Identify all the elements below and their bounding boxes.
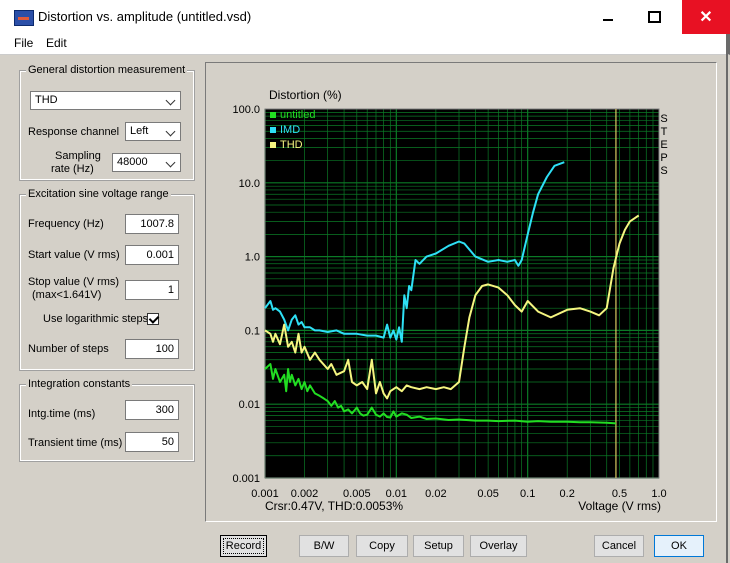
number-of-steps-input[interactable]: 100 [125,339,179,359]
stop-value-label: Stop value (V rms) [28,276,120,288]
frequency-label: Frequency (Hz) [28,218,104,230]
plot-panel: untitled IMD THD 0.001 0.002 0.005 0.01 0.02 0.0… [205,62,717,522]
response-channel-value: Left [130,125,149,137]
start-value-label: Start value (V rms) [28,249,120,261]
number-of-steps-label: Number of steps [28,343,109,355]
excitation-group-title: Excitation sine voltage range [26,188,171,200]
transient-time-input[interactable]: 50 [125,432,179,452]
sampling-rate-label: Sampling [55,150,101,162]
y-tick-label: 100.0 [232,104,260,116]
frequency-input[interactable]: 1007.8 [125,214,179,234]
x-tick-label: 0.1 [520,488,535,500]
steps-label-char: S [660,165,667,177]
chevron-down-icon [166,126,178,138]
transient-time-label: Transient time (ms) [28,437,123,449]
chevron-down-icon [166,95,178,107]
cursor-readout: Crsr:0.47V, THD:0.0053% [265,499,403,513]
log-steps-label: Use logarithmic steps [43,313,149,325]
legend-label-imd: IMD [280,124,300,136]
intg-time-input[interactable]: 300 [125,400,179,420]
legend-swatch-imd [270,127,276,133]
cancel-button[interactable]: Cancel [594,535,644,557]
legend-label-untitled: untitled [280,109,315,121]
legend-swatch-untitled [270,112,276,118]
y-tick-label: 0.001 [232,473,260,485]
title-bar: Distortion vs. amplitude (untitled.vsd) … [0,0,730,34]
y-tick-label: 0.1 [245,325,260,337]
intg-time-label: Intg.time (ms) [28,408,96,420]
legend-label-thd: THD [280,139,303,151]
bw-button[interactable]: B/W [299,535,349,557]
distortion-chart[interactable]: untitledIMDTHD0.001 0.002 0.005 0.01 0.02 0.0… [206,63,716,521]
log-steps-checkbox[interactable] [147,313,159,325]
response-channel-select[interactable]: Left [125,122,181,141]
steps-label-char: T [661,126,668,138]
copy-button[interactable]: Copy [356,535,408,557]
setup-button[interactable]: Setup [413,535,464,557]
x-tick-label: 0.05 [477,488,498,500]
minimize-icon [603,19,613,21]
y-tick-label: 1.0 [245,252,260,264]
general-group-title: General distortion measurement [26,64,188,76]
start-value-input[interactable]: 0.001 [125,245,179,265]
menu-bar: File Edit [0,34,730,55]
stop-value-input[interactable]: 1 [125,280,179,300]
sampling-rate-label-2: rate (Hz) [51,163,94,175]
x-tick-label: 0.02 [425,488,446,500]
stop-value-max-label: (max<1.641V) [32,289,102,301]
maximize-button[interactable] [631,0,677,34]
x-axis-label: Voltage (V rms) [578,499,661,513]
menu-file[interactable]: File [14,36,33,50]
app-icon [14,10,34,26]
chevron-down-icon [166,157,178,169]
maximize-icon [647,11,661,23]
y-tick-label: 10.0 [239,178,260,190]
steps-label-char: S [660,113,667,125]
sampling-rate-value: 48000 [117,156,148,168]
y-tick-label: 0.01 [239,399,260,411]
steps-label-char: E [660,139,667,151]
sampling-rate-select[interactable]: 48000 [112,153,181,172]
overlay-button[interactable]: Overlay [470,535,527,557]
response-channel-label: Response channel [28,126,120,138]
ok-button[interactable]: OK [654,535,704,557]
y-axis-label: Distortion (%) [269,88,342,102]
integration-group-title: Integration constants [26,378,133,390]
record-button[interactable]: Record [220,535,267,557]
measurement-value: THD [35,94,58,106]
steps-label-char: P [660,152,667,164]
menu-edit[interactable]: Edit [46,36,67,50]
minimize-button[interactable] [585,0,631,34]
close-icon: ✕ [699,9,713,26]
x-tick-label: 0.2 [560,488,575,500]
legend-swatch-thd [270,142,276,148]
window-title: Distortion vs. amplitude (untitled.vsd) [38,9,252,24]
close-button[interactable]: ✕ [682,0,730,34]
measurement-select[interactable]: THD [30,91,181,110]
